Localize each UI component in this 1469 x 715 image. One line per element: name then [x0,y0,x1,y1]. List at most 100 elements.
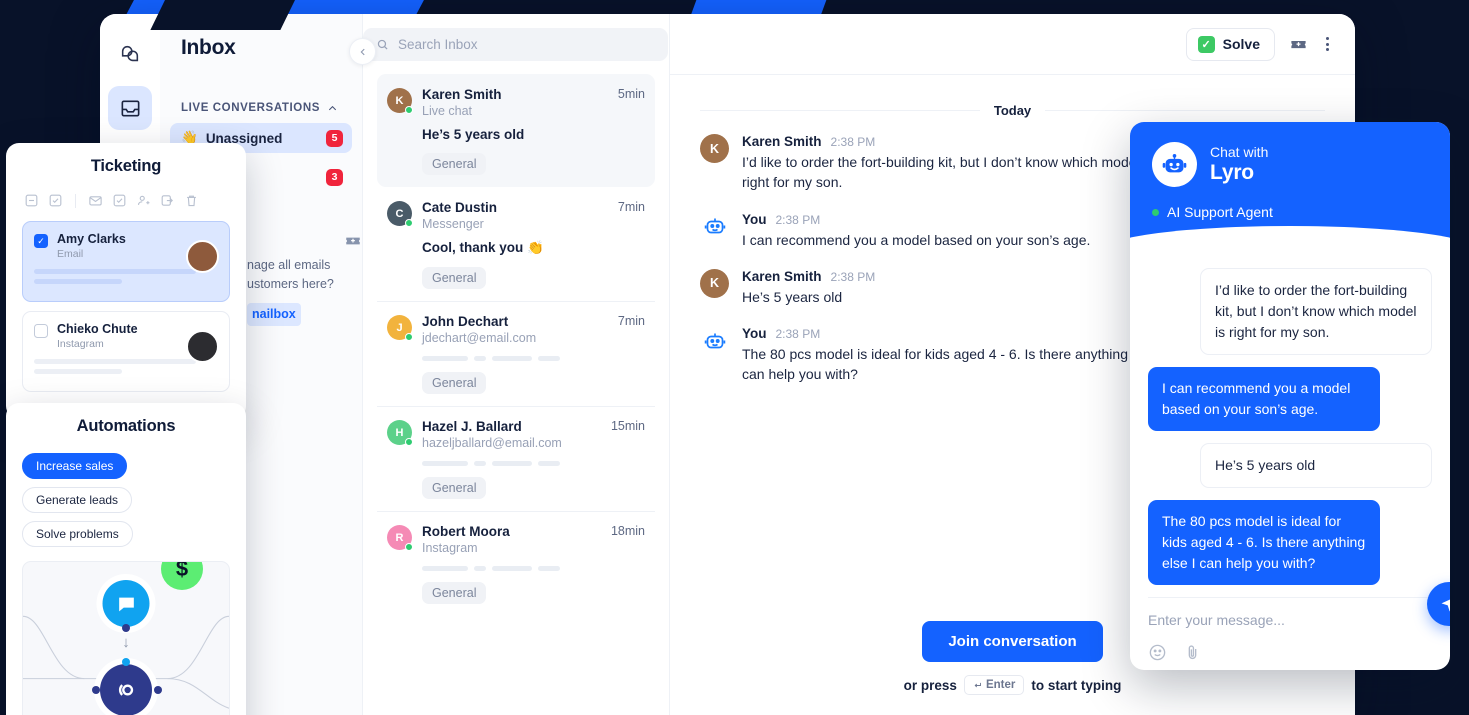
online-dot-icon [405,438,413,446]
message-text: The 80 pcs model is ideal for kids aged … [742,346,1166,383]
assign-user-icon[interactable] [136,193,151,208]
automations-card: Automations Increase sales Generate leads… [6,403,246,715]
conversation-preview: Cool, thank you 👏 [422,240,544,255]
collapse-panel-button[interactable] [349,38,376,65]
message-body: You 2:38 PM The 80 pcs model is ideal fo… [742,326,1172,385]
tooltip-line-1: nage all emails [247,258,331,272]
chat-bubble-icon [118,597,134,611]
message-header: You 2:38 PM [742,212,1090,227]
ticket-preview-placeholder [34,359,218,374]
brand-logo-button[interactable] [108,32,152,76]
conversation-name: John Dechart [422,314,509,329]
conversation-channel: jdechart@email.com [422,331,537,345]
ticket-preview-placeholder [34,269,218,284]
ticketing-toolbar [24,193,230,208]
search-input[interactable]: Search Inbox [363,28,668,61]
delete-icon[interactable] [184,193,199,208]
conversation-preview-placeholder [422,461,645,466]
message-text: I can recommend you a model based on you… [742,231,1091,248]
flow-connector-dot-left [92,686,100,694]
message-author: Karen Smith [742,268,822,284]
ticket-checkbox[interactable] [34,324,48,338]
message-body: Karen Smith 2:38 PM He’s 5 years old [742,269,875,307]
flow-node-chat[interactable] [102,580,150,627]
search-placeholder: Search Inbox [398,37,478,52]
message-text: He’s 5 years old [742,288,843,305]
lyro-bot-message: I can recommend you a model based on you… [1148,367,1380,431]
hint-suffix: to start typing [1031,677,1122,693]
online-dot-icon [405,219,413,227]
automation-chip[interactable]: Solve problems [22,521,133,547]
hint-prefix: or press [903,677,957,693]
flow-node-core[interactable] [100,664,152,715]
message-body: You 2:38 PM I can recommend you a model … [742,212,1090,250]
message-body: Karen Smith 2:38 PM I’d like to order th… [742,134,1172,193]
online-dot-icon [405,106,413,114]
conversation-meta: John Dechart jdechart@email.com [422,314,608,345]
mark-solved-icon[interactable] [112,193,127,208]
create-ticket-button[interactable] [1289,35,1308,54]
sidebar-item-inbox[interactable] [108,86,152,130]
ticket-channel: Email [57,248,84,260]
ticket-row[interactable]: Chieko Chute Instagram [22,311,230,392]
bot-avatar [700,212,729,241]
automation-chip[interactable]: Generate leads [22,487,133,513]
ticketing-title: Ticketing [90,157,162,175]
chevron-up-icon [328,105,337,110]
message-author: Karen Smith [742,134,822,149]
ticket-checkbox[interactable]: ✓ [34,234,48,248]
day-separator: Today [700,103,1325,118]
ticket-plus-floating-button[interactable] [344,232,362,255]
lyro-header: Chat with Lyro AI Support Agent [1130,122,1450,274]
conversation-channel: hazeljballard@email.com [422,436,562,450]
conversation-meta: Cate Dustin Messenger [422,200,608,231]
unread-mail-icon[interactable] [88,193,103,208]
flow-connector-dot-right [154,686,162,694]
conversation-preview-placeholder [422,356,645,361]
conversation-list-item[interactable]: H Hazel J. Ballard hazeljballard@email.c… [377,406,655,511]
move-to-icon[interactable] [160,193,175,208]
conversation-top-row: H Hazel J. Ballard hazeljballard@email.c… [387,419,645,450]
avatar: K [387,88,413,114]
conversation-preview-placeholder [422,566,645,571]
conversation-meta: Robert Moora Instagram [422,524,601,555]
enter-arrow-icon [974,682,981,687]
lyro-bot-message: The 80 pcs model is ideal for kids aged … [1148,500,1380,585]
conversation-list-item[interactable]: R Robert Moora Instagram 18min General [377,511,655,616]
checkbox-box-icon[interactable] [48,193,63,208]
chevron-left-icon [360,48,365,55]
conversation-top-row: K Karen Smith Live chat 5min [387,87,645,118]
message-time: 2:38 PM [775,212,821,227]
solve-button-label: Solve [1222,36,1260,52]
avatar [186,330,219,363]
conversation-list-item[interactable]: J John Dechart jdechart@email.com 7min G… [377,301,655,406]
conversation-list-column: 👋 Unassigned K Karen Smith Live chat 5mi… [349,14,670,715]
attachment-icon[interactable] [1183,643,1202,662]
ticket-row[interactable]: ✓ Amy Clarks Email [22,221,230,302]
join-conversation-button[interactable]: Join conversation [922,621,1103,662]
emoji-icon[interactable] [1148,643,1167,662]
message-time: 2:38 PM [830,269,876,284]
lyro-message-input[interactable]: Enter your message... [1148,612,1432,628]
minus-box-icon[interactable] [24,193,39,208]
toolbar-divider [75,193,76,208]
message-author: You [742,326,767,342]
tooltip-link[interactable]: nailbox [247,302,301,327]
dot [1326,42,1329,46]
conversation-top-row: R Robert Moora Instagram 18min [387,524,645,555]
more-options-button[interactable] [1322,37,1333,51]
ticket-name: Chieko Chute [57,322,138,336]
check-icon: ✓ [1197,35,1215,53]
conversation-tag: General [422,372,487,394]
enter-key-label: Enter [985,679,1016,691]
conversation-list-item[interactable]: K Karen Smith Live chat 5min He’s 5 year… [377,74,655,187]
sidebar-section-header[interactable]: LIVE CONVERSATIONS [160,102,362,114]
message-author: You [742,211,767,227]
automation-chip[interactable]: Increase sales [22,453,128,479]
solve-button[interactable]: ✓ Solve [1185,27,1275,61]
lyro-messages: I’d like to order the fort-building kit,… [1130,250,1450,597]
conversation-name: Cate Dustin [422,200,498,215]
conversation-list-item[interactable]: C Cate Dustin Messenger 7min Cool, thank… [377,187,655,301]
tooltip-line-2: ustomers here? [247,277,334,292]
ticketing-card: Ticketing ✓ Amy Clarks Email Chieko Chut… [6,143,246,419]
